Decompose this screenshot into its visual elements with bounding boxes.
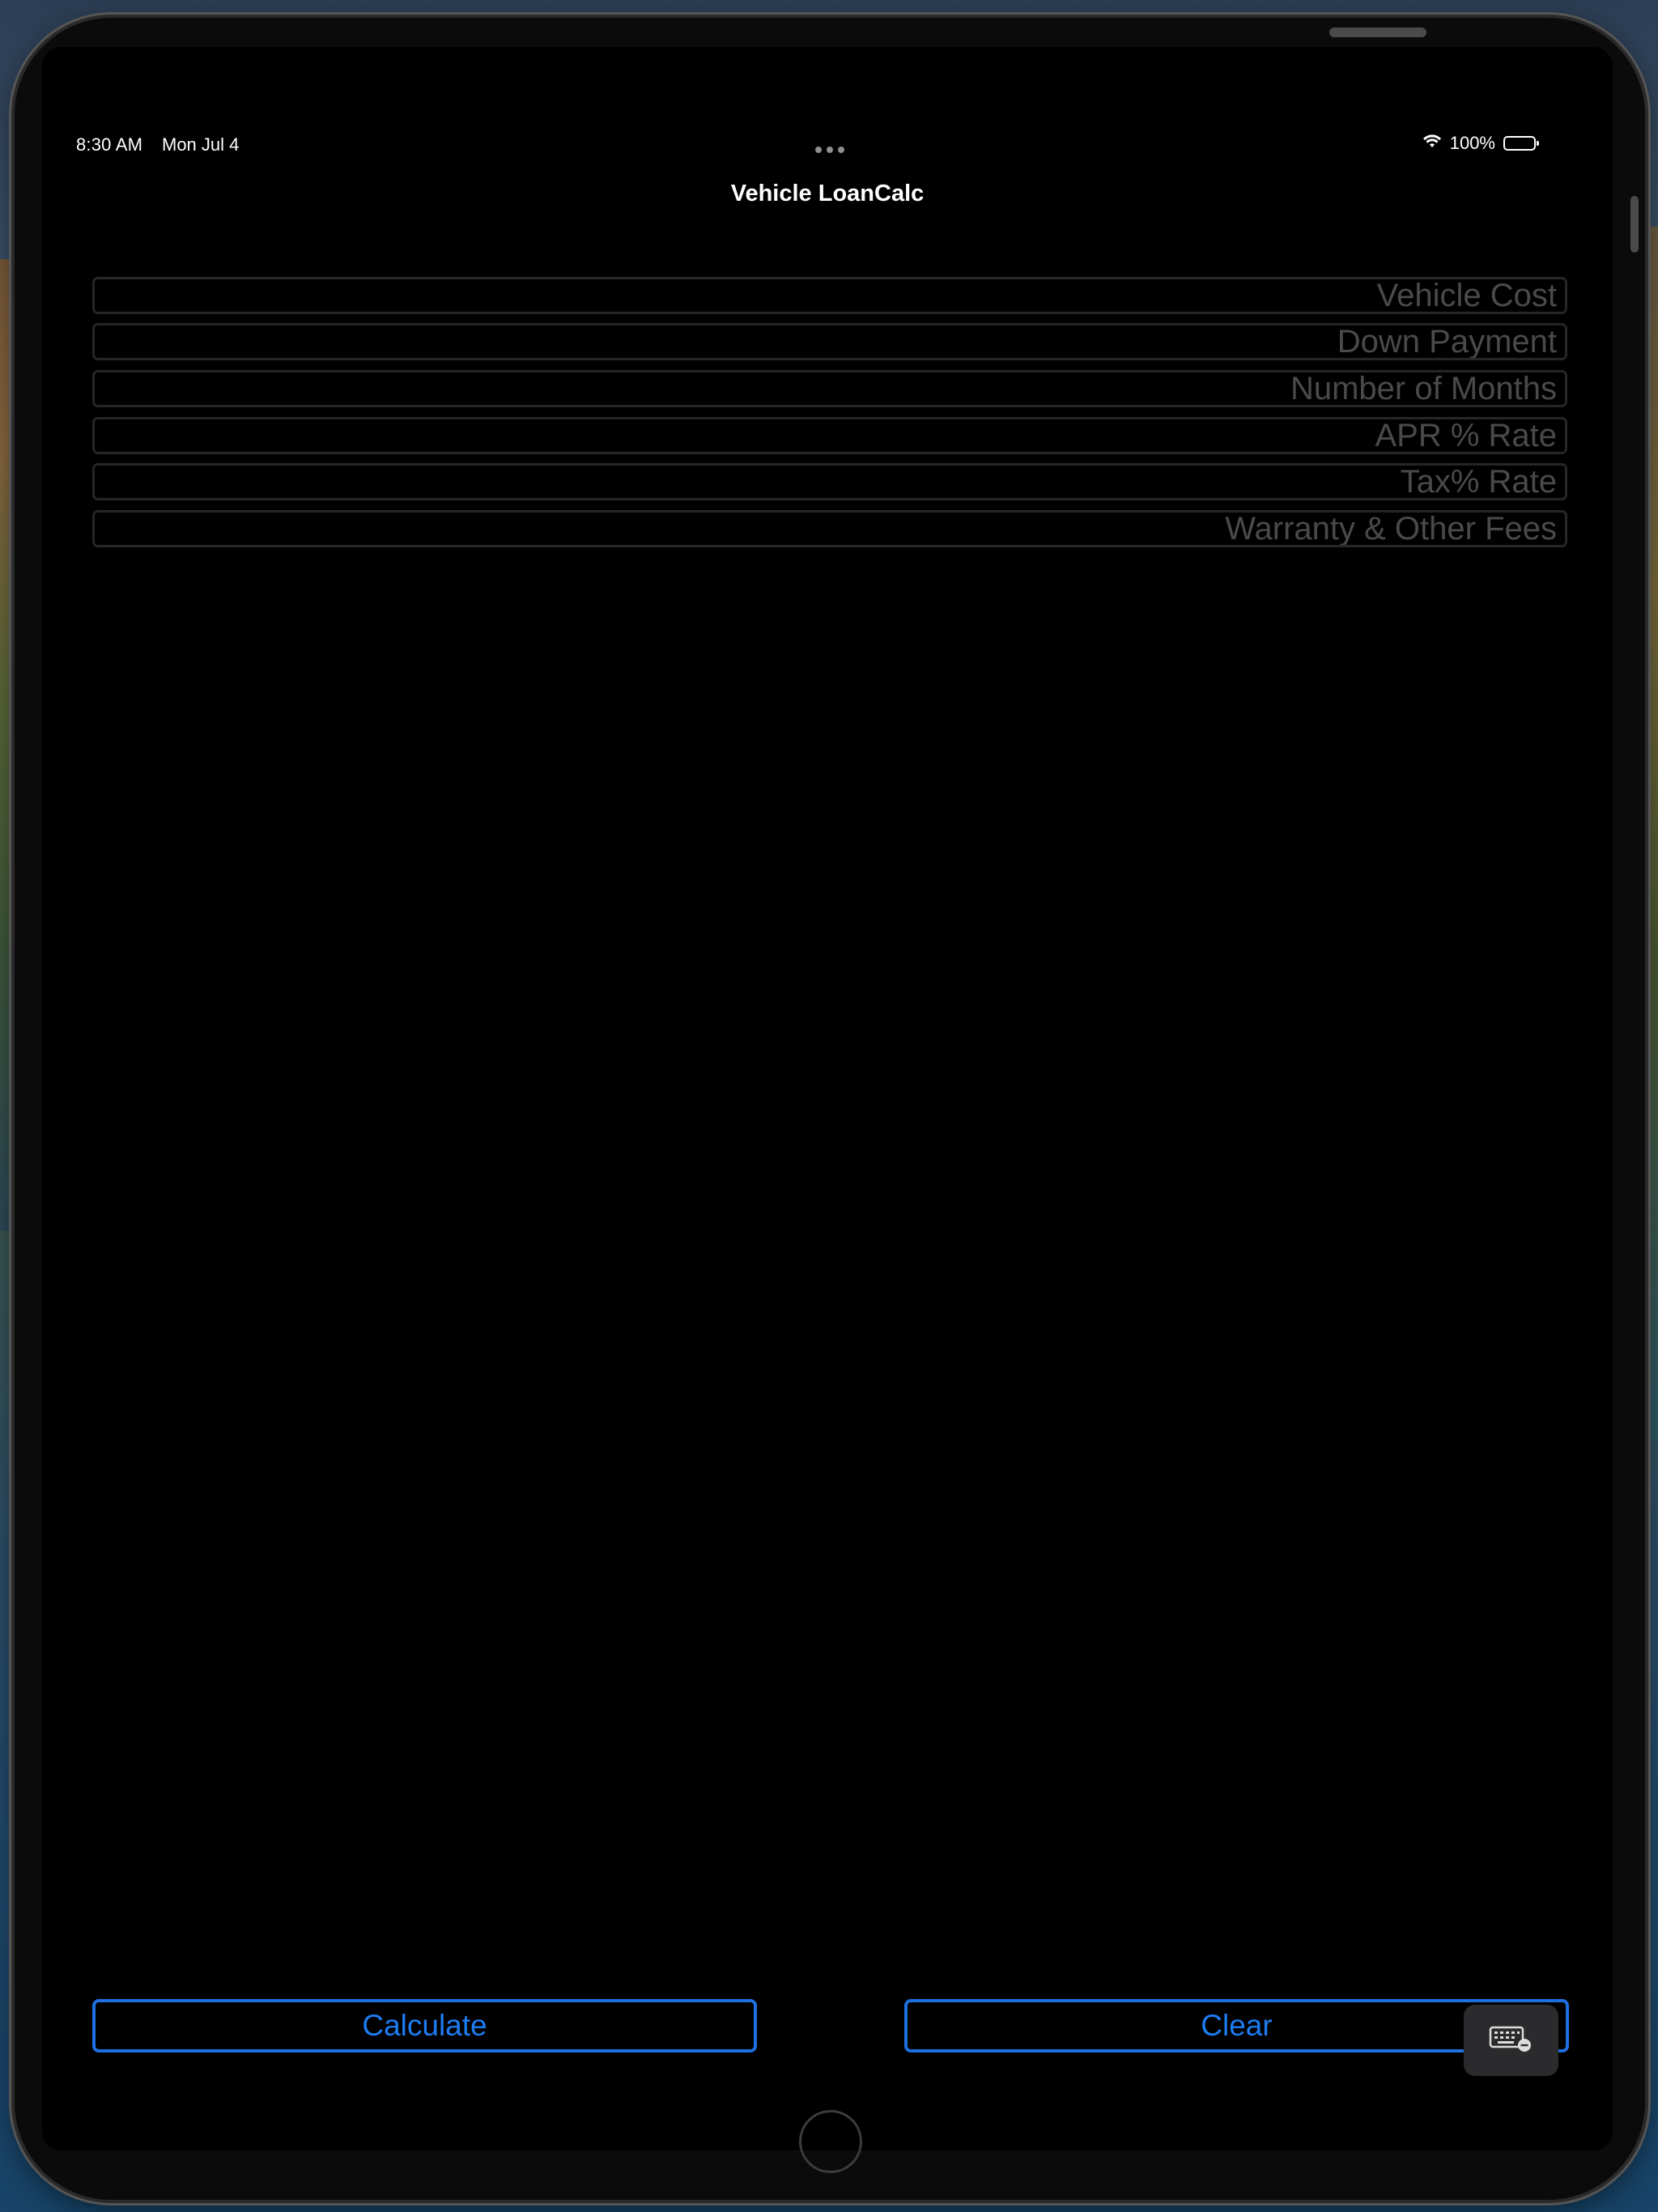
keyboard-dismiss-icon [1489, 2024, 1534, 2057]
status-time: 8:30 AM [76, 134, 143, 155]
down-payment-input[interactable] [95, 325, 1565, 358]
apr-rate-field[interactable] [92, 417, 1567, 454]
dot-icon [827, 147, 833, 153]
volume-button[interactable] [1630, 196, 1639, 253]
keyboard-dismiss-button[interactable] [1464, 2005, 1558, 2076]
multitasking-menu[interactable] [815, 147, 844, 153]
dot-icon [838, 147, 844, 153]
warranty-fees-field[interactable] [92, 510, 1567, 547]
warranty-fees-input[interactable] [95, 513, 1565, 545]
vehicle-cost-field[interactable] [92, 277, 1567, 314]
top-button[interactable] [1329, 28, 1426, 37]
app-screen: 8:30 AM Mon Jul 4 100% Vehicle LoanCalc [42, 47, 1613, 2150]
tax-rate-field[interactable] [92, 463, 1567, 500]
apr-rate-input[interactable] [95, 419, 1565, 452]
tax-rate-input[interactable] [95, 466, 1565, 498]
home-button[interactable] [799, 2110, 862, 2173]
battery-percent: 100% [1449, 133, 1495, 153]
vehicle-cost-input[interactable] [95, 279, 1565, 312]
calculate-button[interactable]: Calculate [92, 1999, 757, 2052]
page-title: Vehicle LoanCalc [730, 181, 925, 206]
down-payment-field[interactable] [92, 323, 1567, 360]
battery-icon [1503, 136, 1539, 151]
dot-icon [815, 147, 822, 153]
wifi-icon [1422, 133, 1442, 154]
number-of-months-field[interactable] [92, 370, 1567, 407]
number-of-months-input[interactable] [95, 372, 1565, 405]
status-date: Mon Jul 4 [162, 134, 240, 155]
status-indicators: 100% [1422, 133, 1539, 154]
